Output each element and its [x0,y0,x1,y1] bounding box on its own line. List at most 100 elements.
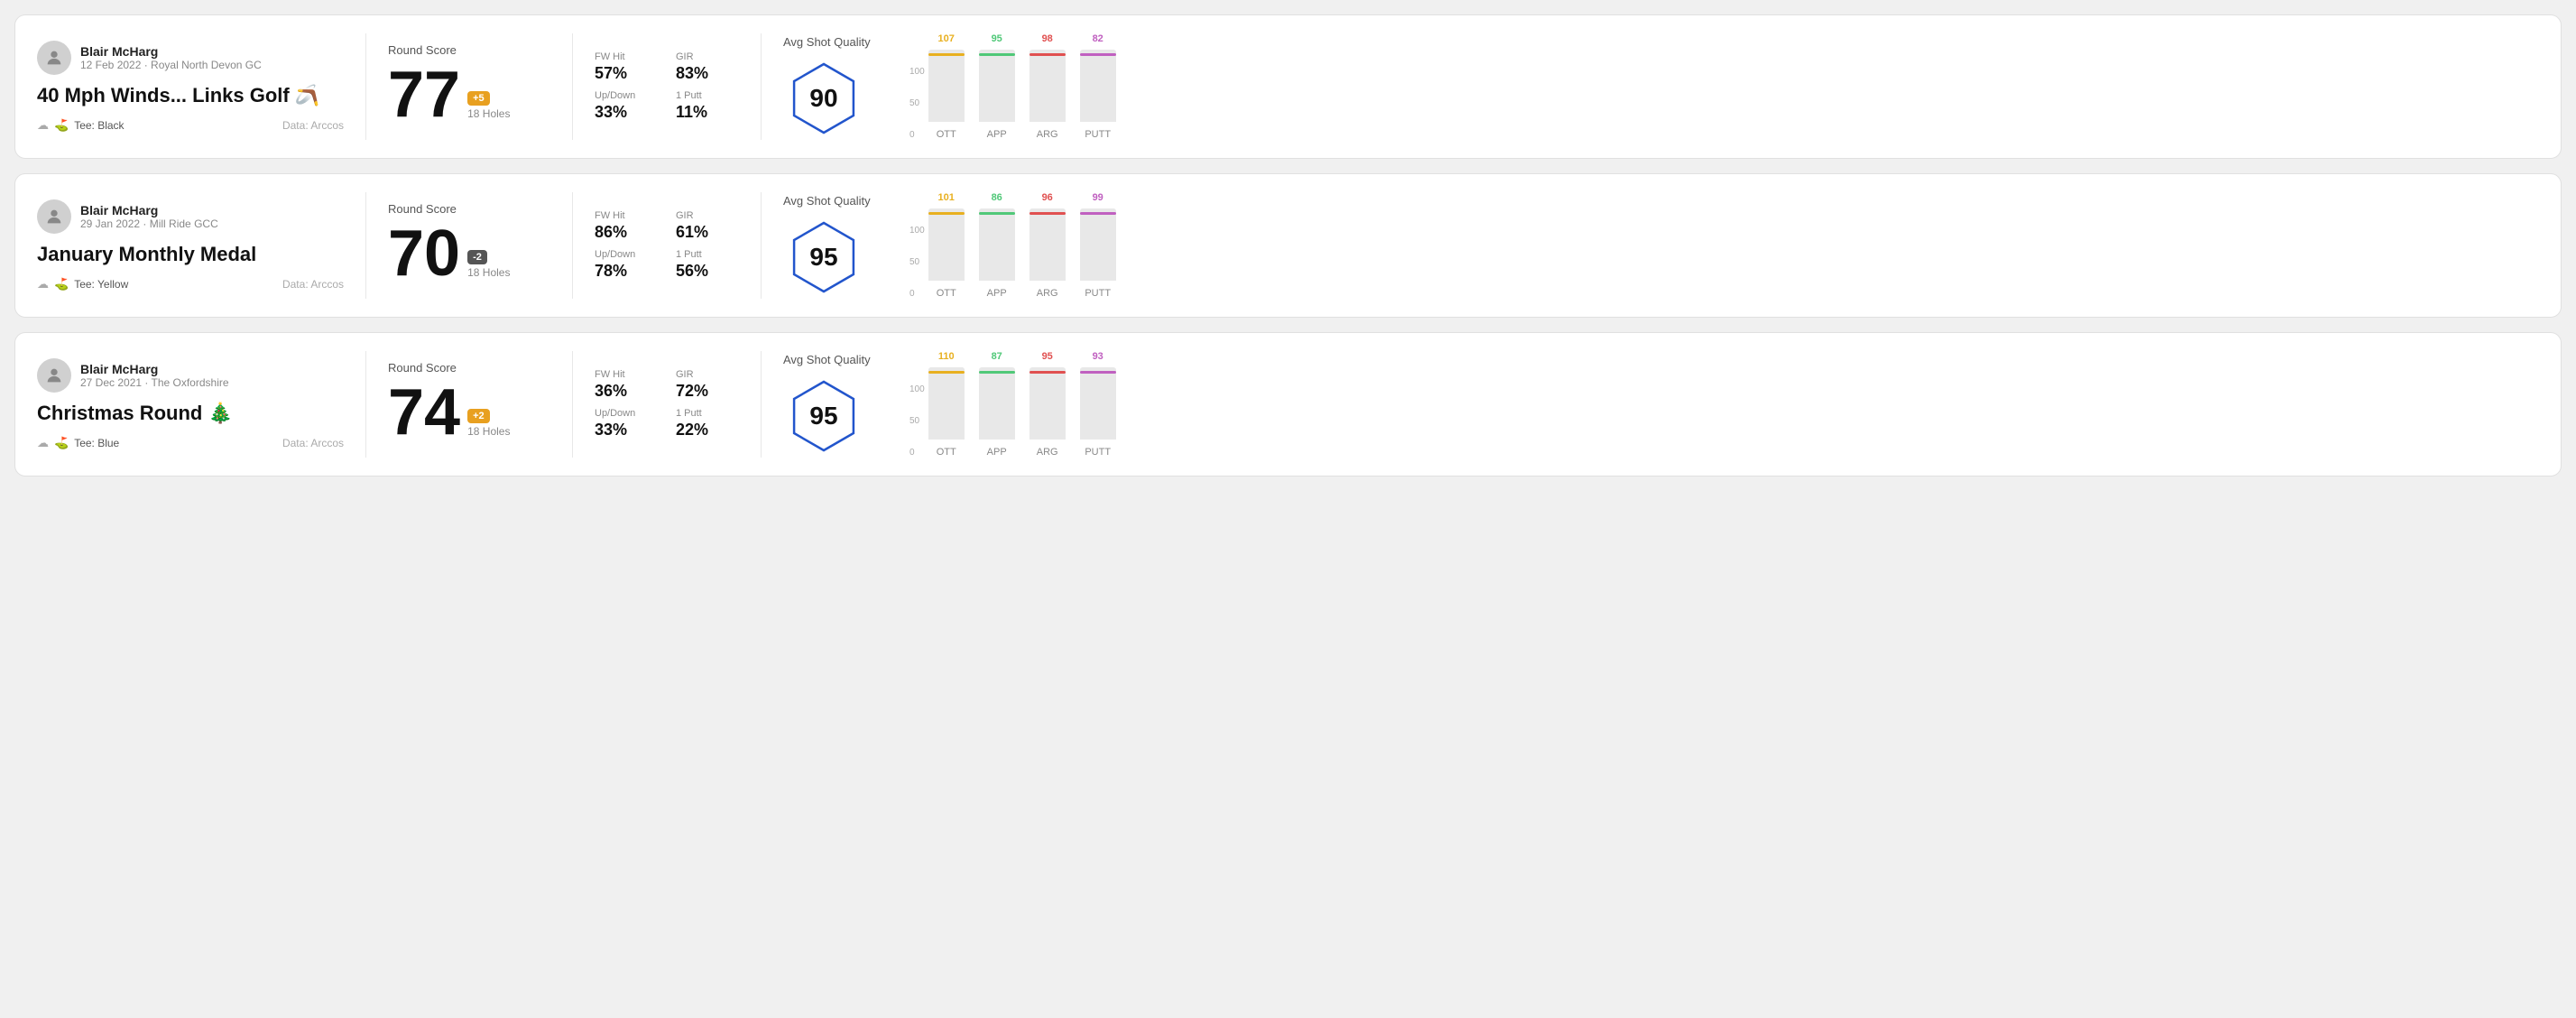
user-name: Blair McHarg [80,203,218,217]
stats-section: FW Hit 36% GIR 72% Up/Down 33% 1 Putt 22… [595,369,739,440]
stats-grid: FW Hit 36% GIR 72% Up/Down 33% 1 Putt 22… [595,369,739,440]
score-row: 70 -2 18 Holes [388,221,550,286]
divider-2 [572,351,573,458]
score-label: Round Score [388,43,550,57]
divider-2 [572,192,573,299]
stats-section: FW Hit 86% GIR 61% Up/Down 78% 1 Putt 56… [595,210,739,281]
bottom-row: ☁ ⛳ Tee: Blue Data: Arccos [37,436,344,450]
left-section: Blair McHarg 27 Dec 2021 · The Oxfordshi… [37,358,344,450]
stat-up-down: Up/Down 33% [595,90,658,122]
bar-group-arg: 98 ARG [1029,33,1066,140]
golf-icon: ⛳ [54,277,69,292]
stats-grid: FW Hit 86% GIR 61% Up/Down 78% 1 Putt 56… [595,210,739,281]
stat-up-down: Up/Down 33% [595,408,658,440]
tee-label: Tee: Black [74,119,124,132]
left-section: Blair McHarg 12 Feb 2022 · Royal North D… [37,41,344,133]
user-row: Blair McHarg 27 Dec 2021 · The Oxfordshi… [37,358,344,393]
quality-section: Avg Shot Quality 95 [783,353,891,457]
hex-score: 90 [809,84,837,113]
quality-label: Avg Shot Quality [783,35,871,49]
hexagon-container: 95 [783,375,864,457]
score-section: Round Score 74 +2 18 Holes [388,361,550,449]
person-icon [44,207,64,227]
round-title: Christmas Round 🎄 [37,402,344,425]
score-number: 77 [388,62,460,127]
left-section: Blair McHarg 29 Jan 2022 · Mill Ride GCC… [37,199,344,292]
bar-group-app: 86 APP [979,192,1015,299]
divider-1 [365,33,366,140]
divider-1 [365,351,366,458]
score-badge: +2 18 Holes [467,409,510,445]
bar-group-putt: 82 PUTT [1080,33,1116,140]
date-course: 12 Feb 2022 · Royal North Devon GC [80,59,262,71]
cloud-icon: ☁ [37,118,49,133]
data-source: Data: Arccos [282,278,344,291]
score-section: Round Score 77 +5 18 Holes [388,43,550,131]
divider-2 [572,33,573,140]
holes-label: 18 Holes [467,266,510,279]
cloud-icon: ☁ [37,436,49,450]
bar-group-ott: 107 OTT [928,33,965,140]
bar-group-putt: 93 PUTT [1080,351,1116,458]
bar-group-ott: 110 OTT [928,351,965,458]
round-card: Blair McHarg 12 Feb 2022 · Royal North D… [14,14,2562,159]
stats-section: FW Hit 57% GIR 83% Up/Down 33% 1 Putt 11… [595,51,739,122]
score-section: Round Score 70 -2 18 Holes [388,202,550,290]
user-info: Blair McHarg 27 Dec 2021 · The Oxfordshi… [80,362,229,389]
score-number: 70 [388,221,460,286]
bar-group-ott: 101 OTT [928,192,965,299]
holes-label: 18 Holes [467,107,510,120]
user-row: Blair McHarg 29 Jan 2022 · Mill Ride GCC [37,199,344,234]
hexagon-container: 95 [783,217,864,298]
bar-group-arg: 95 ARG [1029,351,1066,458]
bar-group-putt: 99 PUTT [1080,192,1116,299]
hex-score: 95 [809,402,837,430]
avatar [37,199,71,234]
hex-score: 95 [809,243,837,272]
tee-info: ☁ ⛳ Tee: Yellow [37,277,128,292]
divider-3 [761,33,762,140]
person-icon [44,366,64,385]
user-name: Blair McHarg [80,362,229,376]
bar-group-arg: 96 ARG [1029,192,1066,299]
bar-group-app: 95 APP [979,33,1015,140]
date-course: 27 Dec 2021 · The Oxfordshire [80,376,229,389]
score-badge: -2 18 Holes [467,250,510,286]
score-diff-badge: -2 [467,250,487,264]
round-card: Blair McHarg 29 Jan 2022 · Mill Ride GCC… [14,173,2562,318]
avatar [37,358,71,393]
score-diff-badge: +2 [467,409,490,423]
cloud-icon: ☁ [37,277,49,292]
stat-gir: GIR 61% [676,210,739,242]
divider-3 [761,351,762,458]
quality-label: Avg Shot Quality [783,194,871,208]
tee-label: Tee: Blue [74,437,119,449]
chart-section: 100 50 0 110 OTT 87 APP 95 [891,351,2539,458]
stat-one-putt: 1 Putt 22% [676,408,739,440]
data-source: Data: Arccos [282,119,344,132]
stat-gir: GIR 83% [676,51,739,83]
stats-grid: FW Hit 57% GIR 83% Up/Down 33% 1 Putt 11… [595,51,739,122]
score-diff-badge: +5 [467,91,490,106]
score-label: Round Score [388,361,550,375]
bottom-row: ☁ ⛳ Tee: Black Data: Arccos [37,118,344,133]
stat-gir: GIR 72% [676,369,739,401]
stat-fw-hit: FW Hit 57% [595,51,658,83]
stat-one-putt: 1 Putt 56% [676,249,739,281]
tee-info: ☁ ⛳ Tee: Black [37,118,125,133]
user-row: Blair McHarg 12 Feb 2022 · Royal North D… [37,41,344,75]
data-source: Data: Arccos [282,437,344,449]
bottom-row: ☁ ⛳ Tee: Yellow Data: Arccos [37,277,344,292]
user-name: Blair McHarg [80,44,262,59]
stat-up-down: Up/Down 78% [595,249,658,281]
avatar [37,41,71,75]
stat-fw-hit: FW Hit 36% [595,369,658,401]
tee-label: Tee: Yellow [74,278,128,291]
round-card: Blair McHarg 27 Dec 2021 · The Oxfordshi… [14,332,2562,477]
chart-section: 100 50 0 101 OTT 86 APP 96 [891,192,2539,299]
score-row: 74 +2 18 Holes [388,380,550,445]
user-info: Blair McHarg 12 Feb 2022 · Royal North D… [80,44,262,71]
divider-3 [761,192,762,299]
round-title: January Monthly Medal [37,243,344,266]
stat-one-putt: 1 Putt 11% [676,90,739,122]
